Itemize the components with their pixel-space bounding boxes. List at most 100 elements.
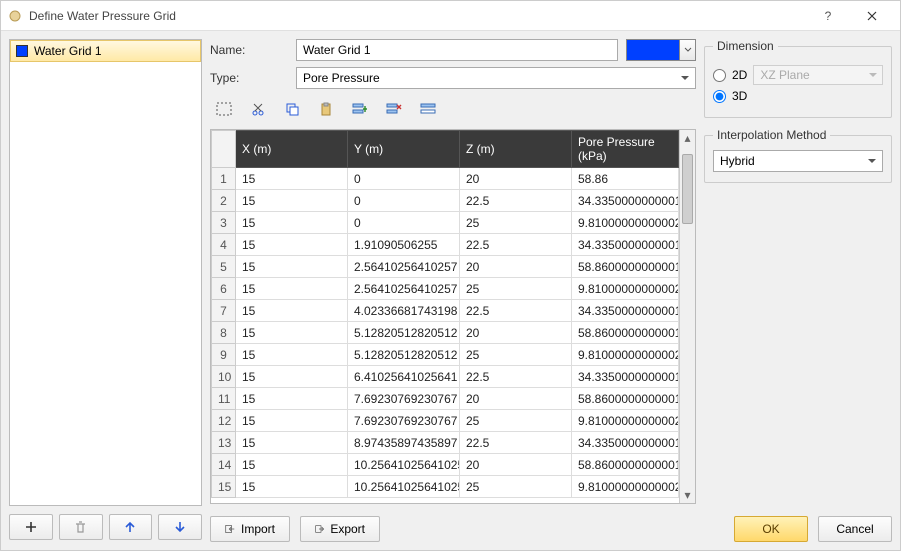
dim-2d-radio[interactable] bbox=[713, 69, 726, 82]
table-row[interactable]: 3150259.81000000000002 bbox=[212, 212, 679, 234]
cell-x[interactable]: 15 bbox=[236, 388, 348, 410]
insert-row-icon[interactable] bbox=[350, 99, 370, 119]
cut-icon[interactable] bbox=[248, 99, 268, 119]
table-row[interactable]: 151510.256410256410257259.81000000000002 bbox=[212, 476, 679, 498]
cell-x[interactable]: 15 bbox=[236, 168, 348, 190]
grid-list-item[interactable]: Water Grid 1 bbox=[10, 40, 201, 62]
row-header[interactable]: 1 bbox=[212, 168, 236, 190]
cancel-button[interactable]: Cancel bbox=[818, 516, 892, 542]
cell-y[interactable]: 6.41025641025641 bbox=[348, 366, 460, 388]
cell-y[interactable]: 2.56410256410257 bbox=[348, 278, 460, 300]
copy-icon[interactable] bbox=[282, 99, 302, 119]
cell-p[interactable]: 9.81000000000002 bbox=[572, 344, 679, 366]
cell-y[interactable]: 2.56410256410257 bbox=[348, 256, 460, 278]
cell-y[interactable]: 4.02336681743198 bbox=[348, 300, 460, 322]
cell-x[interactable]: 15 bbox=[236, 212, 348, 234]
data-grid[interactable]: X (m) Y (m) Z (m) Pore Pressure (kPa) 11… bbox=[210, 129, 696, 504]
row-header[interactable]: 9 bbox=[212, 344, 236, 366]
color-button[interactable] bbox=[626, 39, 680, 61]
table-row[interactable]: 7154.0233668174319822.534.3350000000001 bbox=[212, 300, 679, 322]
grid-scrollbar[interactable]: ▴ ▾ bbox=[679, 130, 695, 503]
row-header[interactable]: 3 bbox=[212, 212, 236, 234]
cell-y[interactable]: 10.256410256410257 bbox=[348, 454, 460, 476]
table-row[interactable]: 215022.534.3350000000001 bbox=[212, 190, 679, 212]
interpolation-select[interactable]: Hybrid bbox=[713, 150, 883, 172]
table-row[interactable]: 11502058.86 bbox=[212, 168, 679, 190]
move-up-button[interactable] bbox=[109, 514, 153, 540]
cell-z[interactable]: 25 bbox=[460, 278, 572, 300]
cell-y[interactable]: 0 bbox=[348, 168, 460, 190]
row-header[interactable]: 13 bbox=[212, 432, 236, 454]
cell-z[interactable]: 25 bbox=[460, 476, 572, 498]
cell-x[interactable]: 15 bbox=[236, 300, 348, 322]
row-header[interactable]: 14 bbox=[212, 454, 236, 476]
cell-p[interactable]: 9.81000000000002 bbox=[572, 410, 679, 432]
grid-list[interactable]: Water Grid 1 bbox=[9, 39, 202, 506]
row-header[interactable]: 10 bbox=[212, 366, 236, 388]
scroll-up-icon[interactable]: ▴ bbox=[680, 130, 695, 146]
table-row[interactable]: 12157.69230769230767259.81000000000002 bbox=[212, 410, 679, 432]
table-row[interactable]: 9155.12820512820512259.81000000000002 bbox=[212, 344, 679, 366]
cell-p[interactable]: 34.3350000000001 bbox=[572, 432, 679, 454]
cell-x[interactable]: 15 bbox=[236, 432, 348, 454]
cell-y[interactable]: 5.12820512820512 bbox=[348, 344, 460, 366]
delete-grid-button[interactable] bbox=[59, 514, 103, 540]
cell-y[interactable]: 5.12820512820512 bbox=[348, 322, 460, 344]
export-button[interactable]: Export bbox=[300, 516, 380, 542]
delete-row-icon[interactable] bbox=[384, 99, 404, 119]
table-row[interactable]: 6152.56410256410257259.81000000000002 bbox=[212, 278, 679, 300]
row-header[interactable]: 6 bbox=[212, 278, 236, 300]
dim-3d-radio[interactable] bbox=[713, 90, 726, 103]
row-header[interactable]: 5 bbox=[212, 256, 236, 278]
cell-z[interactable]: 25 bbox=[460, 410, 572, 432]
cell-p[interactable]: 34.3350000000001 bbox=[572, 190, 679, 212]
clear-rows-icon[interactable] bbox=[418, 99, 438, 119]
cell-x[interactable]: 15 bbox=[236, 366, 348, 388]
row-header[interactable]: 11 bbox=[212, 388, 236, 410]
row-header[interactable]: 4 bbox=[212, 234, 236, 256]
import-button[interactable]: Import bbox=[210, 516, 290, 542]
cell-z[interactable]: 22.5 bbox=[460, 366, 572, 388]
row-header[interactable]: 8 bbox=[212, 322, 236, 344]
table-corner[interactable] bbox=[212, 131, 236, 168]
cell-z[interactable]: 20 bbox=[460, 168, 572, 190]
cell-p[interactable]: 58.8600000000001 bbox=[572, 454, 679, 476]
row-header[interactable]: 7 bbox=[212, 300, 236, 322]
cell-p[interactable]: 34.3350000000001 bbox=[572, 366, 679, 388]
paste-icon[interactable] bbox=[316, 99, 336, 119]
cell-p[interactable]: 9.81000000000002 bbox=[572, 278, 679, 300]
cell-z[interactable]: 22.5 bbox=[460, 432, 572, 454]
cell-x[interactable]: 15 bbox=[236, 278, 348, 300]
cell-x[interactable]: 15 bbox=[236, 476, 348, 498]
cell-y[interactable]: 10.256410256410257 bbox=[348, 476, 460, 498]
scroll-down-icon[interactable]: ▾ bbox=[680, 487, 695, 503]
add-grid-button[interactable] bbox=[9, 514, 53, 540]
cell-z[interactable]: 20 bbox=[460, 322, 572, 344]
cell-y[interactable]: 1.91090506255 bbox=[348, 234, 460, 256]
cell-p[interactable]: 58.8600000000001 bbox=[572, 322, 679, 344]
table-row[interactable]: 5152.564102564102572058.8600000000001 bbox=[212, 256, 679, 278]
close-button[interactable] bbox=[850, 2, 894, 30]
type-select[interactable]: Pore Pressure bbox=[296, 67, 696, 89]
table-row[interactable]: 11157.692307692307672058.8600000000001 bbox=[212, 388, 679, 410]
data-table[interactable]: X (m) Y (m) Z (m) Pore Pressure (kPa) 11… bbox=[211, 130, 679, 498]
cell-x[interactable]: 15 bbox=[236, 256, 348, 278]
cell-y[interactable]: 0 bbox=[348, 212, 460, 234]
move-down-button[interactable] bbox=[158, 514, 202, 540]
col-y[interactable]: Y (m) bbox=[348, 131, 460, 168]
cell-z[interactable]: 22.5 bbox=[460, 300, 572, 322]
cell-x[interactable]: 15 bbox=[236, 190, 348, 212]
col-z[interactable]: Z (m) bbox=[460, 131, 572, 168]
cell-x[interactable]: 15 bbox=[236, 410, 348, 432]
row-header[interactable]: 15 bbox=[212, 476, 236, 498]
cell-p[interactable]: 9.81000000000002 bbox=[572, 476, 679, 498]
cell-p[interactable]: 34.3350000000001 bbox=[572, 300, 679, 322]
table-row[interactable]: 4151.9109050625522.534.3350000000001 bbox=[212, 234, 679, 256]
cell-y[interactable]: 7.69230769230767 bbox=[348, 388, 460, 410]
cell-p[interactable]: 58.8600000000001 bbox=[572, 388, 679, 410]
cell-z[interactable]: 20 bbox=[460, 388, 572, 410]
scroll-thumb[interactable] bbox=[682, 154, 693, 224]
table-row[interactable]: 13158.9743589743589722.534.3350000000001 bbox=[212, 432, 679, 454]
color-dropdown[interactable] bbox=[680, 39, 696, 61]
cell-p[interactable]: 58.86 bbox=[572, 168, 679, 190]
